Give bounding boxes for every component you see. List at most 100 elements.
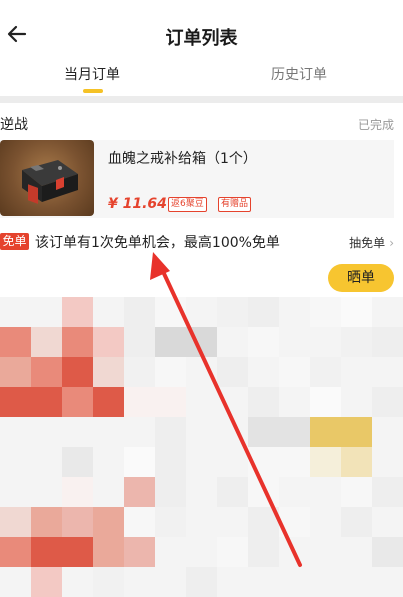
mosaic-cell (31, 567, 62, 597)
gift-tag: 有赠品 (218, 197, 252, 212)
mosaic-cell (279, 477, 310, 508)
product-price: ¥ 11.64 (108, 196, 167, 212)
tab-history[interactable]: 历史订单 (271, 64, 327, 84)
mosaic-cell (341, 477, 372, 508)
product-title: 血魄之戒补给箱（1个） (108, 151, 257, 167)
shop-name[interactable]: 逆战 (0, 114, 28, 134)
mosaic-cell (279, 387, 310, 418)
mosaic-cell (186, 447, 217, 478)
share-order-button[interactable]: 晒单 (328, 264, 394, 292)
draw-free-order-link[interactable]: 抽免单 › (349, 234, 394, 251)
mosaic-cell (248, 507, 279, 538)
mosaic-cell (248, 387, 279, 418)
mosaic-cell (0, 537, 31, 568)
mosaic-cell (372, 327, 403, 358)
mosaic-cell (341, 297, 372, 328)
mosaic-cell (155, 567, 186, 597)
mosaic-cell (372, 537, 403, 568)
mosaic-cell (186, 387, 217, 418)
free-order-text: 该订单有1次免单机会，最高100%免单 (35, 235, 280, 251)
mosaic-cell (310, 387, 341, 418)
mosaic-cell (372, 447, 403, 478)
mosaic-cell (0, 477, 31, 508)
mosaic-cell (62, 567, 93, 597)
mosaic-cell (341, 537, 372, 568)
mosaic-cell (310, 507, 341, 538)
mosaic-cell (341, 357, 372, 388)
mosaic-cell (372, 417, 403, 448)
mosaic-cell (310, 357, 341, 388)
mosaic-cell (279, 507, 310, 538)
mosaic-cell (93, 417, 124, 448)
mosaic-cell (310, 417, 341, 448)
mosaic-cell (310, 537, 341, 568)
mosaic-cell (279, 417, 310, 448)
mosaic-cell (31, 507, 62, 538)
mosaic-cell (124, 327, 155, 358)
page-title: 订单列表 (165, 28, 238, 49)
section-divider (0, 96, 403, 103)
mosaic-cell (341, 417, 372, 448)
mosaic-cell (217, 297, 248, 328)
mosaic-cell (186, 507, 217, 538)
mosaic-cell (155, 477, 186, 508)
mosaic-cell (124, 537, 155, 568)
mosaic-cell (217, 357, 248, 388)
mosaic-cell (279, 297, 310, 328)
mosaic-cell (310, 327, 341, 358)
mosaic-cell (93, 477, 124, 508)
mosaic-cell (0, 507, 31, 538)
mosaic-cell (124, 357, 155, 388)
mosaic-cell (186, 477, 217, 508)
mosaic-cell (372, 477, 403, 508)
mosaic-cell (31, 327, 62, 358)
mosaic-cell (124, 477, 155, 508)
mosaic-cell (93, 357, 124, 388)
mosaic-cell (217, 327, 248, 358)
product-card[interactable]: 血魄之戒补给箱（1个） ¥ 11.64 返6聚豆 有赠品 (0, 140, 394, 218)
mosaic-cell (0, 417, 31, 448)
mosaic-cell (93, 507, 124, 538)
mosaic-cell (93, 537, 124, 568)
mosaic-cell (124, 447, 155, 478)
mosaic-cell (31, 447, 62, 478)
mosaic-cell (62, 507, 93, 538)
mosaic-cell (310, 447, 341, 478)
mosaic-cell (93, 387, 124, 418)
mosaic-cell (62, 417, 93, 448)
active-tab-indicator (83, 89, 103, 93)
mosaic-cell (341, 507, 372, 538)
mosaic-cell (124, 507, 155, 538)
chevron-right-icon: › (389, 236, 394, 250)
order-status: 已完成 (357, 118, 394, 132)
mosaic-cell (155, 297, 186, 328)
mosaic-cell (217, 507, 248, 538)
mosaic-cell (279, 537, 310, 568)
mosaic-cell (93, 297, 124, 328)
mosaic-cell (62, 297, 93, 328)
order-header: 逆战 已完成 (0, 112, 403, 136)
mosaic-cell (217, 387, 248, 418)
mosaic-cell (0, 297, 31, 328)
mosaic-cell (155, 417, 186, 448)
mosaic-cell (372, 567, 403, 597)
mosaic-cell (186, 417, 217, 448)
mosaic-cell (31, 417, 62, 448)
mosaic-cell (217, 537, 248, 568)
mosaic-cell (124, 417, 155, 448)
mosaic-cell (186, 357, 217, 388)
mosaic-cell (0, 387, 31, 418)
mosaic-cell (217, 567, 248, 597)
mosaic-cell (62, 537, 93, 568)
mosaic-cell (124, 567, 155, 597)
mosaic-cell (248, 537, 279, 568)
mosaic-cell (31, 357, 62, 388)
mosaic-cell (31, 537, 62, 568)
mosaic-cell (310, 297, 341, 328)
mosaic-cell (31, 387, 62, 418)
tab-current-month[interactable]: 当月订单 (64, 64, 120, 84)
mosaic-cell (341, 387, 372, 418)
mosaic-cell (62, 357, 93, 388)
mosaic-cell (186, 327, 217, 358)
mosaic-cell (0, 447, 31, 478)
